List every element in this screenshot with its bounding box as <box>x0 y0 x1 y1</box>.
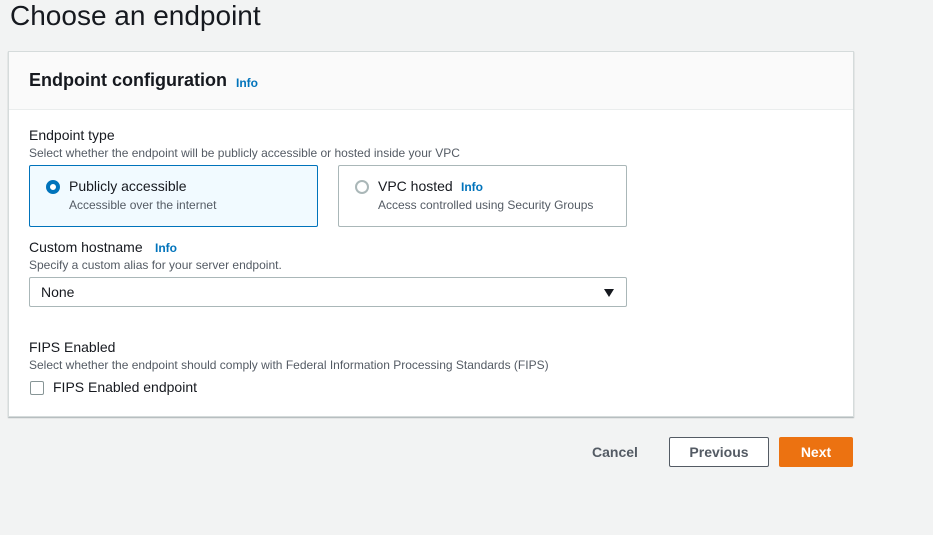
panel-header: Endpoint configuration Info <box>9 52 853 110</box>
panel-info-link[interactable]: Info <box>236 76 258 90</box>
custom-hostname-select[interactable]: None <box>29 277 627 307</box>
endpoint-type-description: Select whether the endpoint will be publ… <box>29 146 460 160</box>
panel-title: Endpoint configuration <box>29 70 227 90</box>
custom-hostname-description: Specify a custom alias for your server e… <box>29 258 282 272</box>
fips-enabled-checkbox[interactable] <box>30 381 44 395</box>
publicly-accessible-tile[interactable]: Publicly accessible Accessible over the … <box>29 165 318 227</box>
page: Choose an endpoint Endpoint configuratio… <box>0 0 933 535</box>
publicly-accessible-description: Accessible over the internet <box>69 198 217 212</box>
fips-description: Select whether the endpoint should compl… <box>29 358 549 372</box>
cancel-button[interactable]: Cancel <box>584 437 646 467</box>
fips-label: FIPS Enabled <box>29 339 116 355</box>
custom-hostname-info-link[interactable]: Info <box>155 241 177 255</box>
next-button[interactable]: Next <box>779 437 853 467</box>
publicly-accessible-label: Publicly accessible <box>69 178 187 194</box>
vpc-hosted-label: VPC hosted <box>378 178 453 194</box>
endpoint-type-label: Endpoint type <box>29 127 115 143</box>
previous-button[interactable]: Previous <box>669 437 769 467</box>
custom-hostname-selected-value: None <box>41 284 75 300</box>
caret-down-icon <box>604 289 614 297</box>
vpc-hosted-description: Access controlled using Security Groups <box>378 198 594 212</box>
endpoint-configuration-panel: Endpoint configuration Info Endpoint typ… <box>8 51 854 417</box>
fips-enabled-checkbox-label[interactable]: FIPS Enabled endpoint <box>53 379 197 395</box>
vpc-hosted-info-link[interactable]: Info <box>461 180 483 194</box>
vpc-hosted-radio[interactable] <box>355 180 369 194</box>
custom-hostname-label: Custom hostname <box>29 239 143 255</box>
page-title: Choose an endpoint <box>10 0 261 31</box>
vpc-hosted-tile[interactable]: VPC hosted Info Access controlled using … <box>338 165 627 227</box>
publicly-accessible-radio[interactable] <box>46 180 60 194</box>
